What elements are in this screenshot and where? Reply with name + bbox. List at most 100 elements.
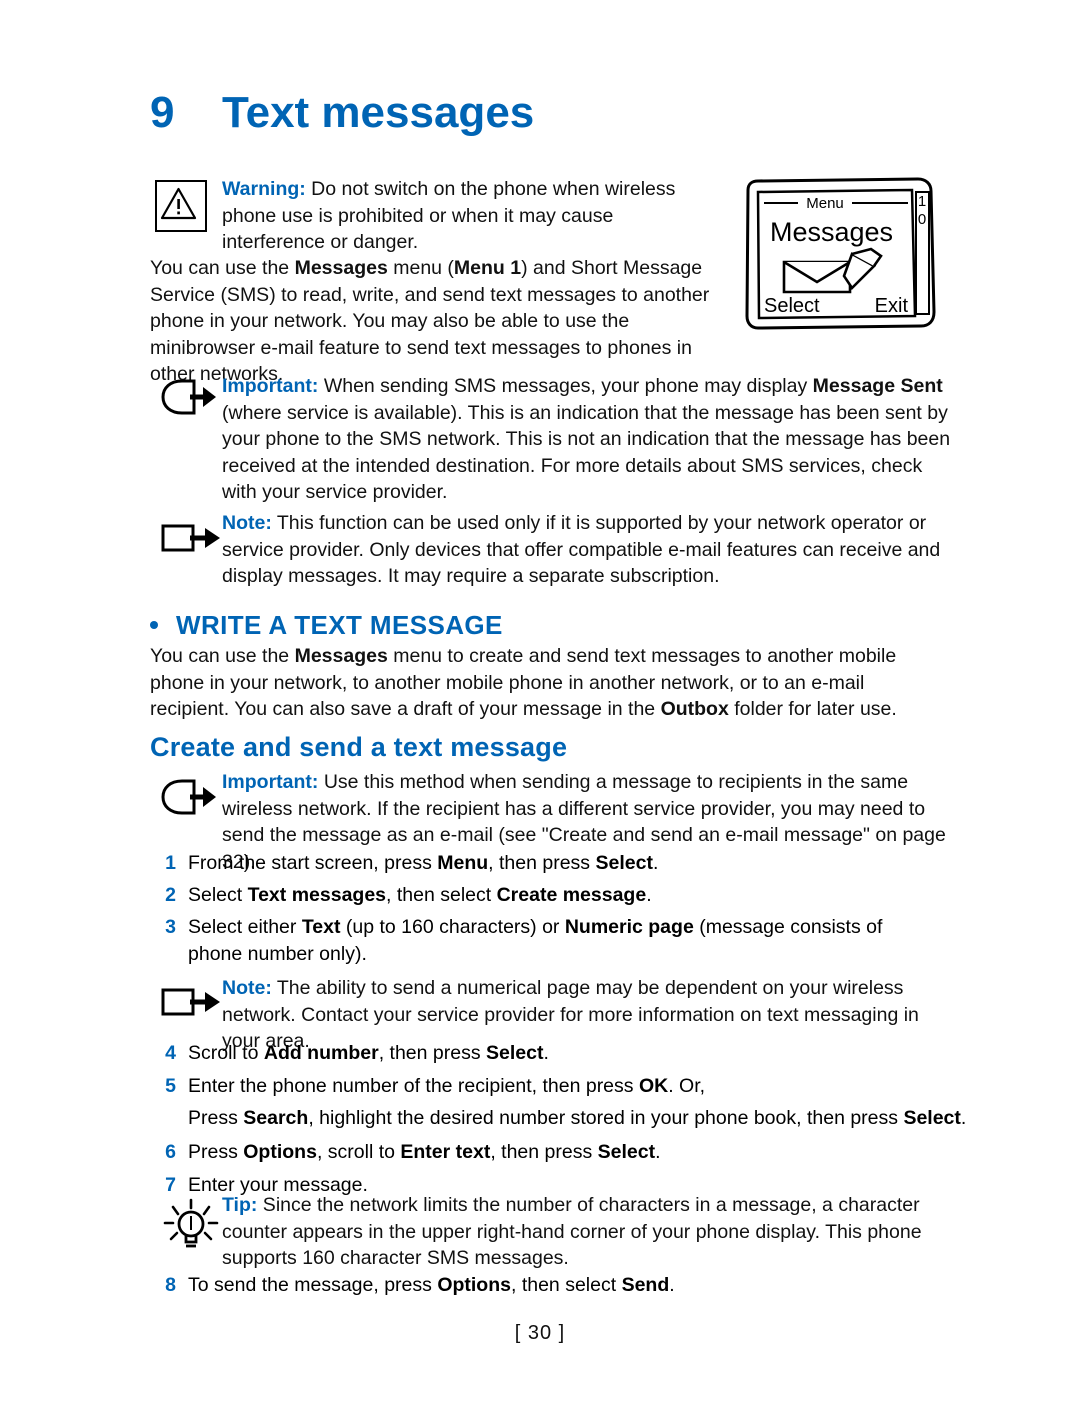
step-part: . [543, 1042, 549, 1064]
page-number-footer: [ 30 ] [514, 1322, 566, 1344]
step-number: 6 [165, 1141, 176, 1163]
step-part: . [669, 1274, 675, 1296]
step-part: To send the message, press [188, 1274, 438, 1296]
step-part: , then select [386, 884, 497, 906]
step-part-bold: Select [597, 1141, 656, 1163]
step-text: Enter the phone number of the recipient,… [188, 1073, 940, 1100]
step-part: Scroll to [188, 1042, 264, 1064]
chapter-number: 9 [150, 88, 175, 137]
step-part: , scroll to [316, 1141, 401, 1163]
step-item: 6 Press Options, scroll to Enter text, t… [150, 1139, 940, 1166]
svg-text:Exit: Exit [875, 295, 909, 317]
intro-a: You can use the [150, 257, 295, 279]
step-part: Enter the phone number of the recipient,… [188, 1075, 639, 1097]
important-arrow-icon [160, 377, 218, 417]
step-number: 7 [165, 1174, 176, 1196]
step-item: 3 Select either Text (up to 160 characte… [150, 914, 940, 967]
step-part: Select either [188, 916, 302, 938]
step-text: To send the message, press Options, then… [188, 1272, 940, 1299]
important-2-label: Important: [222, 771, 319, 793]
step-item: 8 To send the message, press Options, th… [150, 1272, 940, 1299]
svg-text:0: 0 [918, 211, 926, 228]
step-part: . Or, [668, 1075, 706, 1097]
step-number: 5 [165, 1075, 176, 1097]
step-part: . [655, 1141, 661, 1163]
intro-paragraph: You can use the Messages menu (Menu 1) a… [150, 255, 720, 388]
step-text: Scroll to Add number, then press Select. [188, 1040, 940, 1067]
step-part-bold: OK [638, 1075, 669, 1097]
step-text: Select either Text (up to 160 characters… [188, 914, 940, 967]
step-part-bold: Select [595, 852, 653, 874]
step-part: , then press [488, 852, 596, 874]
section-bullet-icon [150, 620, 158, 629]
step-text: Press Search, highlight the desired numb… [188, 1105, 970, 1132]
warning-label: Warning: [222, 178, 306, 200]
note-2-label: Note: [222, 977, 272, 999]
note-arrow-icon [160, 521, 222, 555]
section-heading-label: WRITE A TEXT MESSAGE [176, 610, 503, 640]
important-1-b: (where service is available). This is an… [222, 401, 951, 504]
step-part-bold: Numeric page [564, 916, 694, 938]
step-number: 4 [165, 1042, 176, 1064]
step-number: 1 [165, 852, 176, 874]
important-arrow-icon-2 [160, 777, 218, 817]
section-body: You can use the Messages menu to create … [150, 643, 940, 723]
warning-triangle-icon [155, 180, 207, 232]
section-body-bold1: Messages [294, 645, 388, 667]
svg-text:1: 1 [918, 193, 926, 210]
section-body-c: folder for later use. [728, 698, 897, 720]
tip-body: Since the network limits the number of c… [222, 1194, 922, 1269]
step-part: , then press [378, 1042, 487, 1064]
step-part-bold: Search [243, 1107, 309, 1129]
step-item-continuation: Press Search, highlight the desired numb… [150, 1105, 970, 1132]
step-part-bold: Create message [496, 884, 647, 906]
step-text: Select Text messages, then select Create… [188, 882, 940, 909]
step-item: 4 Scroll to Add number, then press Selec… [150, 1040, 940, 1067]
chapter-title: Text messages [222, 88, 535, 137]
manual-page: 9 Text messages Warning: Do not switch o… [0, 0, 1080, 1412]
step-part: From the start screen, press [188, 852, 438, 874]
step-item: 5 Enter the phone number of the recipien… [150, 1073, 940, 1100]
note-arrow-icon-2 [160, 985, 222, 1019]
step-part: , then press [490, 1141, 598, 1163]
step-part: Press [188, 1141, 244, 1163]
step-part: . [960, 1107, 967, 1129]
important-1-text: Important: When sending SMS messages, yo… [222, 373, 952, 506]
intro-c: menu ( [387, 257, 454, 279]
tip-label: Tip: [222, 1194, 258, 1216]
step-part-bold: Text messages [247, 884, 387, 906]
subsection-heading: Create and send a text message [150, 732, 568, 762]
warning-text: Warning: Do not switch on the phone when… [222, 176, 717, 256]
step-part: Press [188, 1107, 244, 1129]
intro-messages-bold: Messages [294, 257, 388, 279]
step-part-bold: Send [621, 1274, 670, 1296]
svg-text:Select: Select [764, 295, 820, 317]
svg-text:Messages: Messages [770, 217, 893, 247]
section-body-bold2: Outbox [660, 698, 729, 720]
important-1-bold: Message Sent [812, 375, 943, 397]
step-item: 1 From the start screen, press Menu, the… [150, 850, 940, 877]
step-part-bold: Select [486, 1042, 544, 1064]
step-part-bold: Enter text [400, 1141, 491, 1163]
step-part-bold: Menu [437, 852, 489, 874]
page-title: 9 Text messages [150, 88, 534, 138]
step-part: , highlight the desired number stored in… [308, 1107, 904, 1129]
note-1-text: Note: This function can be used only if … [222, 510, 952, 590]
phone-illustration: Menu 1 0 Messages Select Exit [740, 176, 940, 331]
intro-menu1-bold: Menu 1 [453, 257, 522, 279]
step-part-bold: Add number [263, 1042, 379, 1064]
step-number: 3 [165, 916, 176, 938]
step-part: Select [188, 884, 248, 906]
tip-text: Tip: Since the network limits the number… [222, 1192, 952, 1272]
step-number: 8 [165, 1274, 176, 1296]
step-number: 2 [165, 884, 176, 906]
note-1-body: This function can be used only if it is … [222, 512, 941, 587]
step-part: . [652, 852, 659, 874]
section-heading: WRITE A TEXT MESSAGE [150, 610, 503, 641]
step-item: 2 Select Text messages, then select Crea… [150, 882, 940, 909]
note-1-label: Note: [222, 512, 272, 534]
step-part: . [646, 884, 652, 906]
step-part-bold: Select [903, 1107, 961, 1129]
section-body-a: You can use the [150, 645, 295, 667]
svg-text:Menu: Menu [806, 195, 844, 212]
